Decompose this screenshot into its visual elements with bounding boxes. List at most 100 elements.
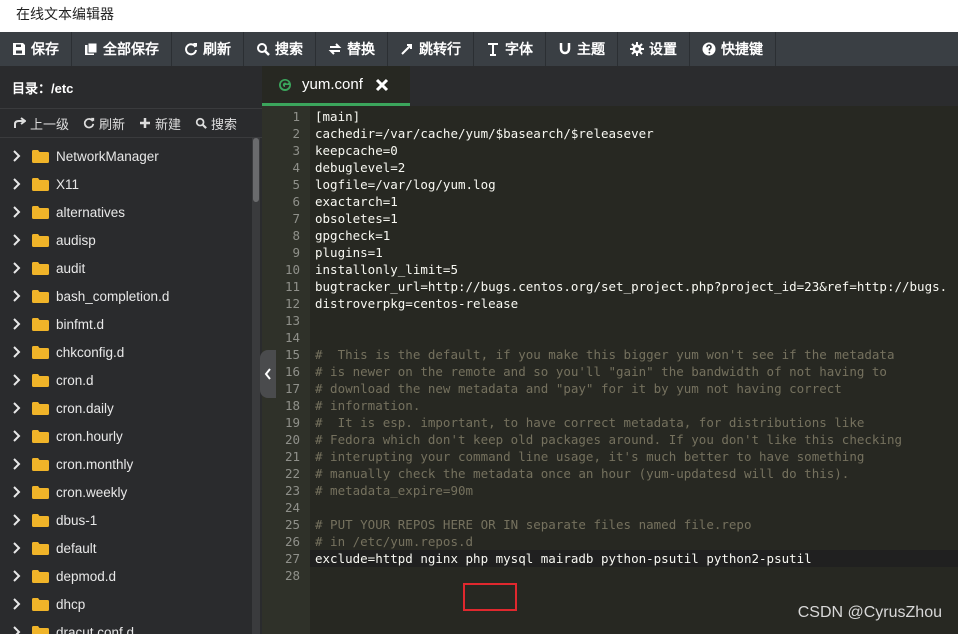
code-line[interactable]: obsoletes=1 xyxy=(315,210,398,227)
code-line[interactable]: distroverpkg=centos-release xyxy=(315,295,518,312)
folder-icon xyxy=(32,373,49,387)
code-line[interactable]: # download the new metadata and "pay" fo… xyxy=(315,380,842,397)
chevron-right-icon[interactable] xyxy=(12,430,24,442)
chevron-right-icon[interactable] xyxy=(12,178,24,190)
tree-item[interactable]: binfmt.d xyxy=(0,310,252,338)
tree-item[interactable]: cron.hourly xyxy=(0,422,252,450)
toolbar-button-5[interactable]: 跳转行 xyxy=(388,32,474,66)
code-line[interactable]: # manually check the metadata once an ho… xyxy=(315,465,849,482)
tree-item[interactable]: chkconfig.d xyxy=(0,338,252,366)
toolbar-button-9[interactable]: 快捷键 xyxy=(690,32,776,66)
theme-icon xyxy=(558,42,572,56)
code-editor[interactable]: yum.conf 1 2 3 4 5 6 7 8 9 10 11 12 13 14 15 16 17 18 19 20… xyxy=(262,66,958,634)
chevron-right-icon[interactable] xyxy=(12,206,24,218)
tree-item[interactable]: bash_completion.d xyxy=(0,282,252,310)
sidebar-action-3[interactable]: 搜索 xyxy=(195,114,237,133)
code-line[interactable]: # information. xyxy=(315,397,420,414)
line-number: 9 xyxy=(292,245,300,260)
close-tab-icon[interactable] xyxy=(375,78,389,92)
toolbar-button-3[interactable]: 搜索 xyxy=(244,32,316,66)
code-line[interactable]: bugtracker_url=http://bugs.centos.org/se… xyxy=(315,278,947,295)
file-tree: NetworkManager X11 alternatives audisp audit… xyxy=(0,142,252,634)
code-line[interactable]: # in /etc/yum.repos.d xyxy=(315,533,473,550)
tree-item-label: X11 xyxy=(56,176,80,192)
chevron-right-icon[interactable] xyxy=(12,626,24,634)
title-bar: 在线文本编辑器 xyxy=(0,0,958,32)
sidebar-action-1[interactable]: 刷新 xyxy=(83,114,125,133)
scrollbar-thumb[interactable] xyxy=(253,138,259,202)
toolbar-button-label: 主题 xyxy=(577,41,605,57)
chevron-right-icon[interactable] xyxy=(12,234,24,246)
tree-item[interactable]: cron.monthly xyxy=(0,450,252,478)
chevron-right-icon[interactable] xyxy=(12,290,24,302)
tree-item[interactable]: NetworkManager xyxy=(0,142,252,170)
chevron-right-icon[interactable] xyxy=(12,570,24,582)
folder-icon xyxy=(32,569,49,583)
line-number: 27 xyxy=(284,551,300,566)
folder-icon xyxy=(32,513,49,527)
chevron-right-icon[interactable] xyxy=(12,542,24,554)
chevron-right-icon[interactable] xyxy=(12,458,24,470)
toolbar-button-7[interactable]: 主题 xyxy=(546,32,618,66)
toolbar-button-8[interactable]: 设置 xyxy=(618,32,690,66)
tree-item[interactable]: cron.weekly xyxy=(0,478,252,506)
tree-item[interactable]: cron.daily xyxy=(0,394,252,422)
code-line[interactable]: # Fedora which don't keep old packages a… xyxy=(315,431,902,448)
chevron-right-icon[interactable] xyxy=(12,262,24,274)
code-line[interactable]: exactarch=1 xyxy=(315,193,398,210)
toolbar-button-4[interactable]: 替换 xyxy=(316,32,388,66)
toolbar-button-6[interactable]: 字体 xyxy=(474,32,546,66)
toolbar-button-2[interactable]: 刷新 xyxy=(172,32,244,66)
tree-item[interactable]: dracut.conf.d xyxy=(0,618,252,634)
code-line[interactable]: debuglevel=2 xyxy=(315,159,405,176)
tree-item[interactable]: X11 xyxy=(0,170,252,198)
tree-item[interactable]: default xyxy=(0,534,252,562)
code-line[interactable]: # is newer on the remote and so you'll "… xyxy=(315,363,887,380)
code-line[interactable]: exclude=httpd nginx php mysql mairadb py… xyxy=(310,550,958,567)
code-line[interactable]: installonly_limit=5 xyxy=(315,261,458,278)
code-line[interactable]: plugins=1 xyxy=(315,244,383,261)
tab-yum-conf[interactable]: yum.conf xyxy=(262,66,410,106)
sidebar-action-2[interactable]: 新建 xyxy=(139,114,181,133)
tree-item[interactable]: depmod.d xyxy=(0,562,252,590)
chevron-right-icon[interactable] xyxy=(12,346,24,358)
chevron-right-icon[interactable] xyxy=(12,318,24,330)
sidebar-action-label: 上一级 xyxy=(30,116,70,132)
tree-item-label: cron.daily xyxy=(56,400,114,416)
tree-item[interactable]: audit xyxy=(0,254,252,282)
chevron-right-icon[interactable] xyxy=(12,374,24,386)
code-line[interactable]: # This is the default, if you make this … xyxy=(315,346,894,363)
code-area[interactable]: [main] cachedir=/var/cache/yum/$basearch/… xyxy=(310,106,958,634)
chevron-right-icon[interactable] xyxy=(12,514,24,526)
toolbar-button-0[interactable]: 保存 xyxy=(0,32,72,66)
toolbar-button-label: 跳转行 xyxy=(419,41,461,57)
tree-item[interactable]: dhcp xyxy=(0,590,252,618)
chevron-right-icon[interactable] xyxy=(12,150,24,162)
code-line[interactable]: [main] xyxy=(315,108,360,125)
line-number: 18 xyxy=(284,398,300,413)
chevron-right-icon[interactable] xyxy=(12,402,24,414)
code-line[interactable]: logfile=/var/log/yum.log xyxy=(315,176,496,193)
file-sidebar: 目录：/etc 上一级 刷新 新建 搜索 NetworkManager X11 alter… xyxy=(0,66,262,634)
tree-item[interactable]: audisp xyxy=(0,226,252,254)
sidebar-action-0[interactable]: 上一级 xyxy=(14,114,69,133)
tab-bar: yum.conf xyxy=(262,66,958,106)
line-number: 8 xyxy=(292,228,300,243)
code-line[interactable]: gpgcheck=1 xyxy=(315,227,390,244)
code-line[interactable]: keepcache=0 xyxy=(315,142,398,159)
toolbar-button-label: 快捷键 xyxy=(721,41,763,57)
tree-item[interactable]: alternatives xyxy=(0,198,252,226)
sidebar-scrollbar[interactable] xyxy=(252,138,260,634)
tree-item-label: cron.monthly xyxy=(56,456,134,472)
tree-item[interactable]: dbus-1 xyxy=(0,506,252,534)
collapse-sidebar-button[interactable] xyxy=(260,350,276,398)
chevron-right-icon[interactable] xyxy=(12,486,24,498)
code-line[interactable]: cachedir=/var/cache/yum/$basearch/$relea… xyxy=(315,125,654,142)
code-line[interactable]: # metadata_expire=90m xyxy=(315,482,473,499)
code-line[interactable]: # It is esp. important, to have correct … xyxy=(315,414,864,431)
code-line[interactable]: # PUT YOUR REPOS HERE OR IN separate fil… xyxy=(315,516,752,533)
code-line[interactable]: # interupting your command line usage, i… xyxy=(315,448,864,465)
chevron-right-icon[interactable] xyxy=(12,598,24,610)
tree-item[interactable]: cron.d xyxy=(0,366,252,394)
toolbar-button-1[interactable]: 全部保存 xyxy=(72,32,172,66)
